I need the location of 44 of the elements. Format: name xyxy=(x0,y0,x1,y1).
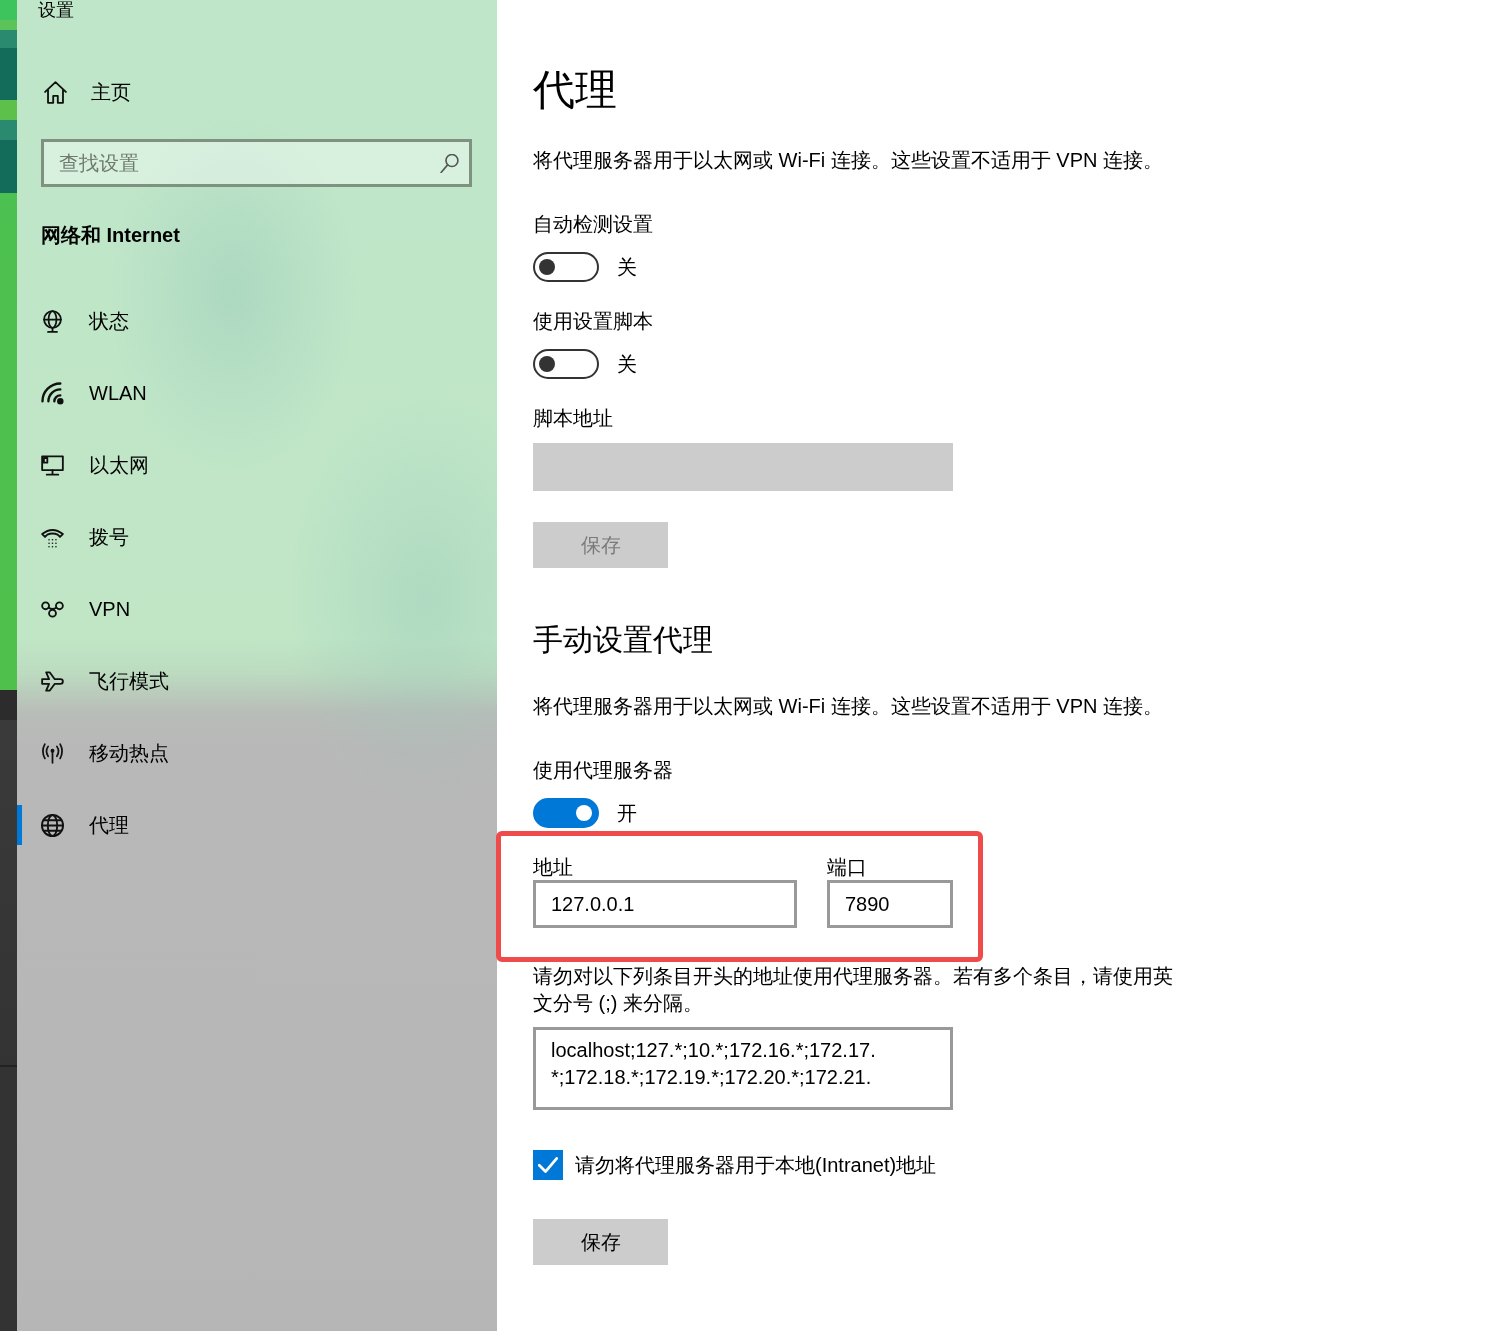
section-title: 网络和 Internet xyxy=(41,223,180,247)
airplane-icon xyxy=(41,669,64,693)
nav-item[interactable]: 飞行模式 xyxy=(17,661,173,701)
port-field[interactable]: 7890 xyxy=(827,880,953,928)
toggle-state-label: 关 xyxy=(617,255,637,280)
toggle-switch[interactable] xyxy=(533,252,599,282)
nav-item[interactable]: 以太网 xyxy=(17,445,153,485)
field-label: 地址 xyxy=(533,855,573,879)
setting-label: 使用设置脚本 xyxy=(533,309,653,334)
exceptions-field[interactable]: localhost;127.*;10.*;172.16.*;172.17. *;172.18.*;172.19.*;172.20.*;172.21. xyxy=(533,1027,953,1110)
monitor-icon xyxy=(41,453,64,477)
checkmark-icon xyxy=(538,1157,558,1173)
toggle-switch[interactable] xyxy=(533,798,599,828)
antenna-icon xyxy=(41,741,64,765)
page-description: 将代理服务器用于以太网或 Wi-Fi 连接。这些设置不适用于 VPN 连接。 xyxy=(533,148,1163,173)
nav-item[interactable]: 状态 xyxy=(17,301,133,341)
checkbox[interactable] xyxy=(533,1150,563,1180)
field-label: 端口 xyxy=(827,855,867,879)
globe-monitor-icon xyxy=(41,309,64,333)
window-title: 设置 xyxy=(38,0,74,20)
nav-item[interactable]: WLAN xyxy=(17,373,151,413)
toggle-state-label: 开 xyxy=(617,801,637,826)
save-button[interactable]: 保存 xyxy=(533,1219,668,1265)
home-link[interactable]: 主页 xyxy=(17,72,135,112)
page-title: 代理 xyxy=(533,65,617,115)
search-field[interactable]: 查找设置 xyxy=(41,139,472,187)
section-heading: 手动设置代理 xyxy=(533,622,713,658)
search-icon xyxy=(440,153,459,173)
nav-item[interactable]: 拨号 xyxy=(17,517,133,557)
setting-label: 自动检测设置 xyxy=(533,212,653,237)
nav-item[interactable]: 代理 xyxy=(17,805,133,845)
nav-item[interactable]: 移动热点 xyxy=(17,733,173,773)
globe-icon xyxy=(41,813,64,837)
nav-item[interactable]: VPN xyxy=(17,589,135,629)
home-icon xyxy=(44,80,67,104)
toggle-state-label: 关 xyxy=(617,352,637,377)
toggle-switch[interactable] xyxy=(533,349,599,379)
checkbox-label: 请勿将代理服务器用于本地(Intranet)地址 xyxy=(575,1153,937,1178)
setting-label: 使用代理服务器 xyxy=(533,758,673,783)
address-field[interactable]: 127.0.0.1 xyxy=(533,880,797,928)
exceptions-description: 请勿对以下列条目开头的地址使用代理服务器。若有多个条目，请使用英文分号 (;) 来分隔。 xyxy=(533,964,1174,1016)
wifi-icon xyxy=(41,381,64,405)
section-description: 将代理服务器用于以太网或 Wi-Fi 连接。这些设置不适用于 VPN 连接。 xyxy=(533,694,1163,719)
field-label: 脚本地址 xyxy=(533,406,613,431)
